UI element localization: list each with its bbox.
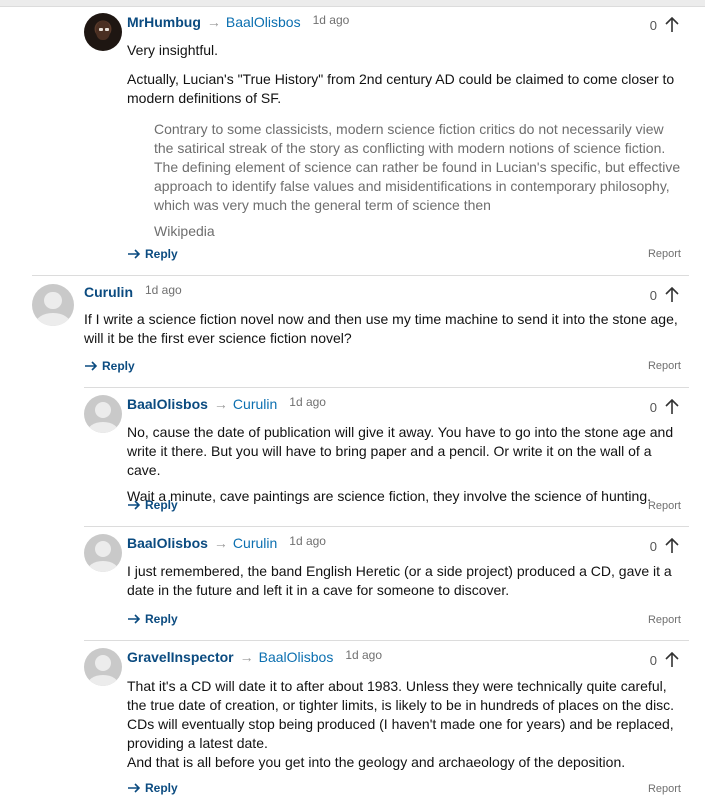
report-link[interactable]: Report — [648, 500, 681, 512]
author-name[interactable]: Curulin — [84, 284, 133, 300]
blockquote: Contrary to some classicists, modern sci… — [154, 120, 681, 215]
quote-text: Contrary to some classicists, modern sci… — [154, 121, 681, 213]
upvote-arrow-icon[interactable] — [663, 286, 681, 304]
reply-button[interactable]: Reply — [127, 612, 178, 626]
comment-body: Very insightful. Actually, Lucian's "Tru… — [127, 41, 681, 241]
comment-divider — [84, 640, 689, 641]
vote-count: 0 — [649, 399, 657, 415]
vote-area: 0 — [650, 535, 681, 557]
vote-count: 0 — [649, 17, 657, 33]
comment-paragraph: That it's a CD will date it to after abo… — [127, 678, 675, 751]
in-reply-to-link[interactable]: Curulin — [233, 396, 277, 412]
timestamp[interactable]: 1d ago — [289, 534, 326, 548]
comment-divider — [84, 387, 689, 388]
vote-count: 0 — [649, 652, 657, 668]
vote-area: 0 — [650, 14, 681, 36]
report-link[interactable]: Report — [648, 360, 681, 372]
avatar[interactable] — [84, 13, 122, 51]
comment-body: I just remembered, the band English Here… — [127, 562, 681, 607]
reply-arrow-icon: → — [213, 535, 228, 551]
reply-button[interactable]: Reply — [127, 781, 178, 795]
comment-header: BaalOlisbos → Curulin 1d ago — [127, 395, 326, 416]
report-link[interactable]: Report — [648, 783, 681, 795]
timestamp[interactable]: 1d ago — [289, 395, 326, 409]
reply-arrow-icon — [128, 783, 141, 793]
reply-arrow-icon — [128, 500, 141, 510]
timestamp[interactable]: 1d ago — [313, 13, 350, 27]
reply-button[interactable]: Reply — [127, 498, 178, 512]
upvote-arrow-icon[interactable] — [663, 398, 681, 416]
comment-paragraph: Wait a minute, cave paintings are scienc… — [127, 488, 651, 504]
vote-area: 0 — [650, 649, 681, 671]
report-link[interactable]: Report — [648, 614, 681, 626]
reply-button[interactable]: Reply — [127, 247, 178, 261]
upvote-arrow-icon[interactable] — [663, 16, 681, 34]
report-link[interactable]: Report — [648, 248, 681, 260]
upvote-arrow-icon[interactable] — [663, 651, 681, 669]
comment-paragraph: And that is all before you get into the … — [127, 754, 626, 770]
in-reply-to-link[interactable]: BaalOlisbos — [259, 649, 334, 665]
author-name[interactable]: BaalOlisbos — [127, 535, 208, 551]
comment-paragraph: Very insightful. — [127, 42, 219, 58]
comment-header: BaalOlisbos → Curulin 1d ago — [127, 534, 326, 555]
comment-body: If I write a science fiction novel now a… — [84, 310, 681, 355]
comment-header: Curulin 1d ago — [84, 283, 182, 304]
vote-area: 0 — [650, 284, 681, 306]
timestamp[interactable]: 1d ago — [345, 648, 382, 662]
author-name[interactable]: MrHumbug — [127, 14, 201, 30]
comment-paragraph: No, cause the date of publication will g… — [127, 424, 674, 478]
avatar[interactable] — [84, 395, 122, 433]
author-name[interactable]: GravelInspector — [127, 649, 234, 665]
quote-source: Wikipedia — [154, 223, 215, 239]
comment-paragraph: Actually, Lucian's "True History" from 2… — [127, 71, 675, 106]
comment-body: That it's a CD will date it to after abo… — [127, 677, 681, 779]
reply-arrow-icon: → — [206, 14, 221, 30]
comment-divider — [84, 526, 689, 527]
comment-header: GravelInspector → BaalOlisbos 1d ago — [127, 648, 382, 669]
comment-paragraph: I just remembered, the band English Here… — [127, 563, 672, 598]
avatar[interactable] — [32, 284, 74, 326]
comment-divider — [32, 275, 689, 276]
in-reply-to-link[interactable]: Curulin — [233, 535, 277, 551]
avatar[interactable] — [84, 648, 122, 686]
comment-header: MrHumbug → BaalOlisbos 1d ago — [127, 13, 350, 34]
reply-arrow-icon — [128, 249, 141, 259]
avatar[interactable] — [84, 534, 122, 572]
reply-arrow-icon: → — [239, 649, 254, 665]
reply-arrow-icon: → — [213, 396, 228, 412]
in-reply-to-link[interactable]: BaalOlisbos — [226, 14, 301, 30]
reply-arrow-icon — [85, 361, 98, 371]
comment-body: No, cause the date of publication will g… — [127, 423, 681, 513]
author-name[interactable]: BaalOlisbos — [127, 396, 208, 412]
reply-button[interactable]: Reply — [84, 359, 135, 373]
vote-area: 0 — [650, 396, 681, 418]
reply-arrow-icon — [128, 614, 141, 624]
timestamp[interactable]: 1d ago — [145, 283, 182, 297]
upvote-arrow-icon[interactable] — [663, 537, 681, 555]
top-divider — [0, 6, 705, 7]
vote-count: 0 — [649, 287, 657, 303]
comment-paragraph: If I write a science fiction novel now a… — [84, 311, 678, 346]
vote-count: 0 — [649, 538, 657, 554]
